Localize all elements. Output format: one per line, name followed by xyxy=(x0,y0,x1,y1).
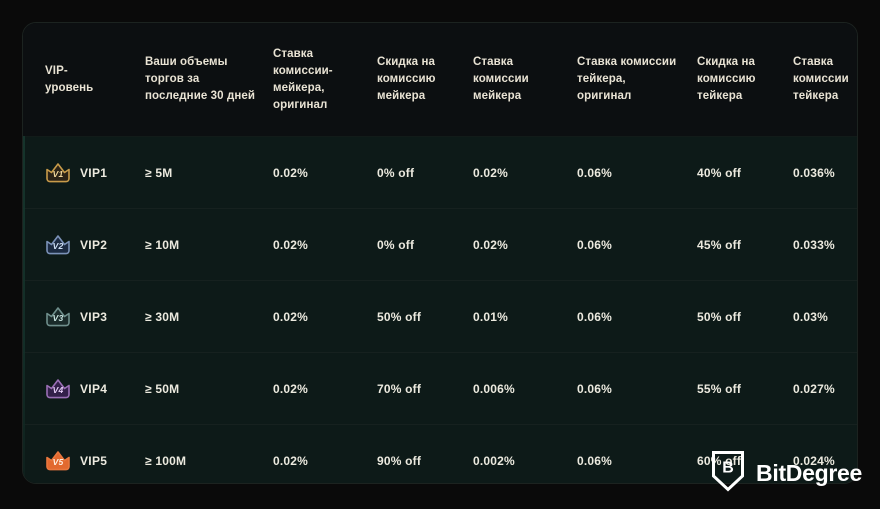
vip-level-label: VIP3 xyxy=(80,309,108,324)
cell-volume: ≥ 30M xyxy=(145,309,180,324)
column-header-taker-discount: Скидка на комиссию тейкера xyxy=(697,56,756,102)
vip-crown-badge-icon: V1 xyxy=(45,162,71,184)
vip-crown-badge-icon: V5 xyxy=(45,450,71,472)
cell-maker-original: 0.02% xyxy=(273,237,309,252)
vip-badge-label: V4 xyxy=(52,384,64,395)
cell-taker-discount: 40% off xyxy=(697,165,742,180)
vip-level-label: VIP2 xyxy=(80,237,108,252)
vip-badge-label: V3 xyxy=(52,312,64,323)
cell-volume: ≥ 100M xyxy=(145,453,187,468)
cell-taker-original: 0.06% xyxy=(577,237,613,252)
vip-level-label: VIP4 xyxy=(80,381,108,396)
cell-taker-rate: 0.033% xyxy=(793,237,835,252)
cell-taker-rate: 0.027% xyxy=(793,381,835,396)
cell-volume: ≥ 5M xyxy=(145,165,173,180)
bitdegree-watermark: B BitDegree xyxy=(711,450,862,497)
table-header-row: VIP- уровень Ваши объемы торгов за после… xyxy=(23,23,857,136)
cell-maker-discount: 50% off xyxy=(377,309,422,324)
cell-taker-discount: 50% off xyxy=(697,309,742,324)
cell-maker-discount: 90% off xyxy=(377,453,422,468)
cell-volume: ≥ 50M xyxy=(145,381,180,396)
vip-badge-label: V5 xyxy=(52,456,64,467)
column-header-maker-discount: Скидка на комиссию мейкера xyxy=(377,56,436,102)
table-row: V3 VIP3 ≥ 30M 0.02% 50% off 0.01% 0.06% 50% off… xyxy=(23,280,857,352)
bitdegree-shield-logo-icon: B xyxy=(711,450,745,497)
column-header-maker-rate: Ставка комиссии мейкера xyxy=(473,56,529,102)
cell-taker-original: 0.06% xyxy=(577,309,613,324)
table-row: V2 VIP2 ≥ 10M 0.02% 0% off 0.02% 0.06% 45% off 0… xyxy=(23,208,857,280)
cell-taker-rate: 0.036% xyxy=(793,165,835,180)
column-header-taker-original: Ставка комиссии тейкера, оригинал xyxy=(577,56,677,102)
table-row: V4 VIP4 ≥ 50M 0.02% 70% off 0.006% 0.06% 55% of… xyxy=(23,352,857,424)
table-body: V1 VIP1 ≥ 5M 0.02% 0% off 0.02% 0.06% 40% off 0.… xyxy=(23,136,857,483)
cell-maker-rate: 0.02% xyxy=(473,237,509,252)
bitdegree-wordmark: BitDegree xyxy=(756,460,862,486)
vip-fee-table: VIP- уровень Ваши объемы торгов за после… xyxy=(22,22,858,484)
cell-maker-original: 0.02% xyxy=(273,309,309,324)
column-header-maker-original: Ставка комиссии- мейкера, оригинал xyxy=(273,47,333,111)
cell-vip-level: V4 VIP4 xyxy=(45,378,145,400)
cell-taker-original: 0.06% xyxy=(577,381,613,396)
cell-maker-discount: 0% off xyxy=(377,237,415,252)
cell-maker-original: 0.02% xyxy=(273,165,309,180)
cell-maker-rate: 0.01% xyxy=(473,309,509,324)
cell-taker-rate: 0.03% xyxy=(793,309,829,324)
column-header-taker-rate: Ставка комиссии тейкера xyxy=(793,56,849,102)
vip-badge-label: V1 xyxy=(52,168,64,179)
cell-maker-original: 0.02% xyxy=(273,453,309,468)
vip-level-label: VIP1 xyxy=(80,165,108,180)
cell-maker-discount: 0% off xyxy=(377,165,415,180)
vip-level-label: VIP5 xyxy=(80,453,108,468)
cell-vip-level: V5 VIP5 xyxy=(45,450,145,472)
cell-taker-original: 0.06% xyxy=(577,165,613,180)
vip-crown-badge-icon: V4 xyxy=(45,378,71,400)
cell-taker-original: 0.06% xyxy=(577,453,613,468)
column-header-vip-level: VIP- уровень xyxy=(45,64,94,94)
column-header-volume: Ваши объемы торгов за последние 30 дней xyxy=(145,56,256,102)
cell-taker-discount: 55% off xyxy=(697,381,742,396)
cell-maker-original: 0.02% xyxy=(273,381,309,396)
cell-maker-rate: 0.02% xyxy=(473,165,509,180)
cell-maker-rate: 0.006% xyxy=(473,381,515,396)
cell-vip-level: V1 VIP1 xyxy=(45,162,145,184)
cell-vip-level: V3 VIP3 xyxy=(45,306,145,328)
cell-taker-discount: 45% off xyxy=(697,237,742,252)
cell-maker-rate: 0.002% xyxy=(473,453,515,468)
cell-maker-discount: 70% off xyxy=(377,381,422,396)
svg-text:B: B xyxy=(722,460,734,477)
cell-vip-level: V2 VIP2 xyxy=(45,234,145,256)
table-row: V1 VIP1 ≥ 5M 0.02% 0% off 0.02% 0.06% 40% off 0.… xyxy=(23,136,857,208)
vip-crown-badge-icon: V2 xyxy=(45,234,71,256)
vip-crown-badge-icon: V3 xyxy=(45,306,71,328)
cell-volume: ≥ 10M xyxy=(145,237,180,252)
vip-badge-label: V2 xyxy=(52,240,64,251)
